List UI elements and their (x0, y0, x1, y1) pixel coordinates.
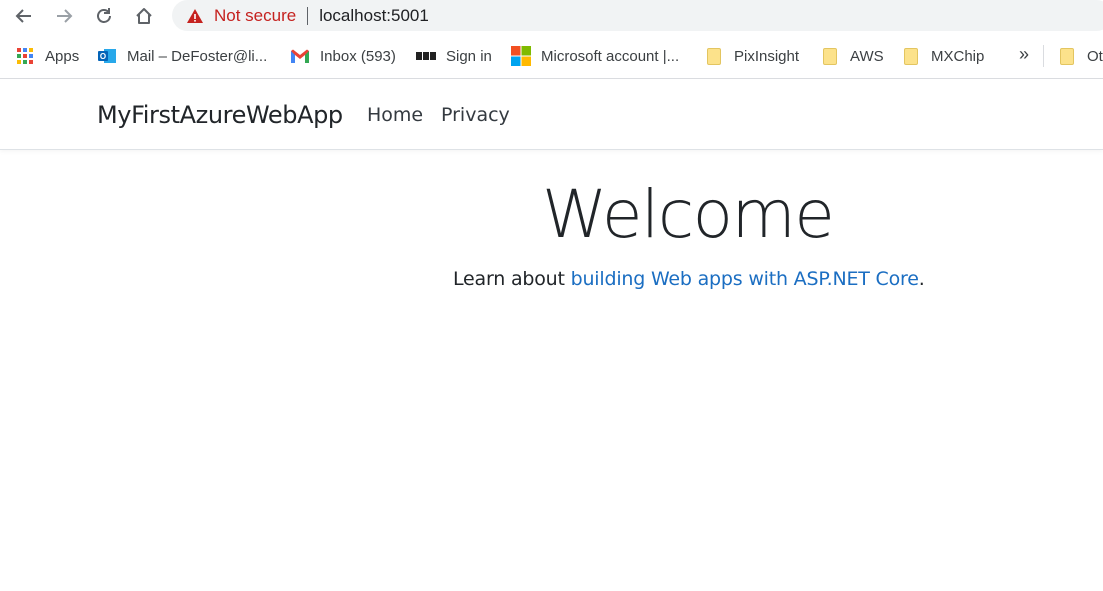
site-navbar: MyFirstAzureWebApp Home Privacy (0, 79, 1103, 150)
bookmark-label: PixInsight (734, 47, 800, 65)
warning-triangle-icon (187, 8, 203, 23)
folder-icon (704, 46, 724, 66)
bookmark-label: Sign in (446, 47, 492, 65)
home-icon (136, 8, 152, 24)
folder-icon (901, 46, 921, 66)
bookmark-aws[interactable]: AWS (820, 44, 884, 68)
bookmark-mxchip[interactable]: MXChip (901, 44, 984, 68)
forward-button[interactable] (50, 2, 78, 30)
microsoft-icon (511, 46, 531, 66)
bookmark-label: Ot (1087, 47, 1103, 65)
bookmark-mail[interactable]: O Mail – DeFoster@li... (97, 44, 267, 68)
intro-text: Learn about building Web apps with ASP.N… (453, 268, 925, 290)
omnibox-divider (307, 6, 309, 25)
browser-toolbar: Not secure localhost:5001 (0, 0, 1103, 32)
page-heading: Welcome (542, 176, 835, 253)
nav-link-privacy[interactable]: Privacy (441, 104, 510, 126)
bookmark-sign-in[interactable]: Sign in (416, 44, 492, 68)
bookmark-apps[interactable]: Apps (15, 44, 79, 68)
svg-text:O: O (100, 52, 106, 61)
folder-icon (820, 46, 840, 66)
bookmark-microsoft-account[interactable]: Microsoft account |... (511, 44, 679, 68)
bookmark-label: Mail – DeFoster@li... (127, 47, 268, 65)
navbar-brand[interactable]: MyFirstAzureWebApp (97, 101, 343, 129)
intro-prefix: Learn about (453, 268, 571, 290)
bookmark-other[interactable]: Ot (1057, 44, 1103, 68)
aspnet-docs-link[interactable]: building Web apps with ASP.NET Core (571, 268, 919, 290)
arrow-right-icon (57, 9, 73, 23)
bookmark-label: Inbox (593) (320, 47, 396, 65)
reload-button[interactable] (90, 2, 118, 30)
apps-grid-icon (15, 46, 35, 66)
nav-link-home[interactable]: Home (367, 104, 423, 126)
bookmarks-divider (1043, 45, 1044, 67)
reload-icon (97, 8, 111, 23)
bookmarks-overflow-button[interactable]: » (1019, 44, 1029, 65)
arrow-left-icon (15, 9, 31, 23)
security-status[interactable]: Not secure (214, 6, 296, 26)
bookmark-label: AWS (850, 47, 884, 65)
bookmark-inbox[interactable]: Inbox (593) (290, 44, 396, 68)
folder-icon (1057, 46, 1077, 66)
bookmark-pixinsight[interactable]: PixInsight (704, 44, 799, 68)
bookmarks-bar: Apps O Mail – DeFoster@li... Inbox (593)… (0, 40, 1103, 72)
outlook-icon: O (97, 46, 117, 66)
bookmark-label: Microsoft account |... (541, 47, 680, 65)
gmail-icon (290, 46, 310, 66)
bookmark-label: MXChip (931, 47, 985, 65)
intro-suffix: . (918, 268, 925, 290)
bookmark-label: Apps (45, 47, 80, 65)
url-text[interactable]: localhost:5001 (319, 6, 429, 26)
home-button[interactable] (130, 2, 158, 30)
bbc-icon (416, 46, 436, 66)
back-button[interactable] (10, 2, 38, 30)
address-bar[interactable]: Not secure localhost:5001 (172, 0, 1103, 31)
